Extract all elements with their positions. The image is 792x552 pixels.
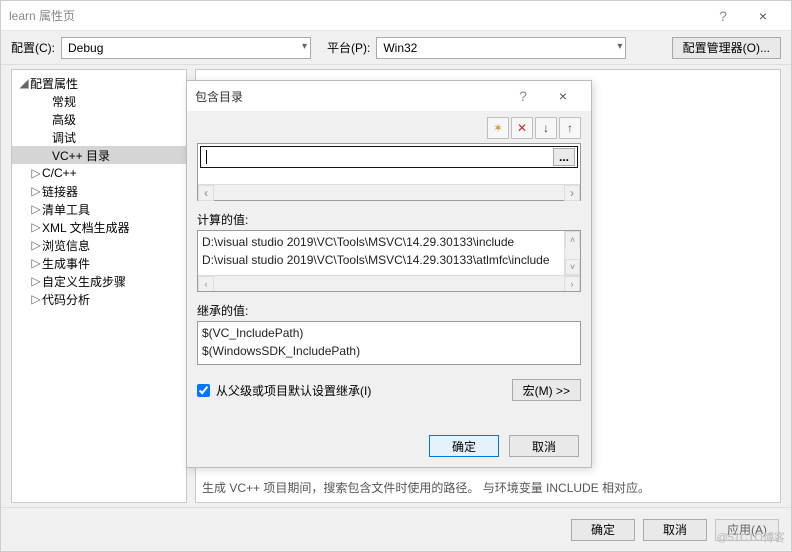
config-value: Debug [68,41,103,55]
apply-button[interactable]: 应用(A) [715,519,779,541]
new-line-icon[interactable]: ✶ [487,117,509,139]
cancel-button[interactable]: 取消 [643,519,707,541]
tree-node[interactable]: 高级 [12,110,186,128]
tree-node-label: VC++ 目录 [52,147,110,164]
scroll-up-icon[interactable]: ˄ [565,231,580,247]
scroll-right-icon[interactable]: › [564,185,580,201]
dialog-ok-button[interactable]: 确定 [429,435,499,457]
hscrollbar[interactable]: ‹› [198,184,580,200]
tree-node-label: C/C++ [42,166,77,180]
inherit-checkbox[interactable] [197,384,210,397]
expander-icon: ▷ [30,274,42,288]
tree-node[interactable]: ◢配置属性 [12,74,186,92]
main-footer: 确定 取消 应用(A) [1,507,791,551]
tree-node[interactable]: ▷浏览信息 [12,236,186,254]
scroll-down-icon[interactable]: ˅ [565,259,580,275]
config-manager-button[interactable]: 配置管理器(O)... [672,37,781,59]
chevron-down-icon: ▾ [302,41,307,52]
scroll-right-icon[interactable]: › [564,276,580,292]
dialog-title: 包含目录 [195,88,503,105]
help-icon[interactable]: ? [703,8,743,24]
tree-node[interactable]: 调试 [12,128,186,146]
tree-node-label: 链接器 [42,183,78,200]
tree-node-label: 清单工具 [42,201,90,218]
computed-label: 计算的值: [197,211,581,228]
expander-icon: ▷ [30,166,42,180]
tree-node-label: 浏览信息 [42,237,90,254]
expander-icon: ▷ [30,238,42,252]
hscrollbar[interactable]: ‹› [198,275,580,291]
category-tree[interactable]: ◢配置属性常规高级调试VC++ 目录▷C/C++▷链接器▷清单工具▷XML 文档… [11,69,187,503]
inherit-checkbox-label[interactable]: 从父级或项目默认设置继承(I) [216,382,371,399]
tree-node-label: 自定义生成步骤 [42,273,126,290]
path-input-line[interactable]: ... [200,146,578,168]
expander-icon: ▷ [30,202,42,216]
tree-node[interactable]: ▷XML 文档生成器 [12,218,186,236]
tree-node[interactable]: ▷C/C++ [12,164,186,182]
dialog-titlebar: 包含目录 ? × [187,81,591,111]
vscrollbar[interactable]: ˄ ˅ [564,231,580,275]
expander-icon: ▷ [30,184,42,198]
browse-button[interactable]: ... [553,148,575,166]
tree-node-label: 高级 [52,111,76,128]
help-icon[interactable]: ? [503,88,543,104]
move-up-icon[interactable]: ↑ [559,117,581,139]
inherited-values-box: $(VC_IncludePath)$(WindowsSDK_IncludePat… [197,321,581,365]
tree-node[interactable]: VC++ 目录 [12,146,186,164]
paths-editbox[interactable]: ... ‹› [197,143,581,201]
tree-node-label: XML 文档生成器 [42,219,130,236]
tree-node[interactable]: 常规 [12,92,186,110]
config-toolbar: 配置(C): Debug ▾ 平台(P): Win32 ▾ 配置管理器(O)..… [1,31,791,65]
include-dirs-dialog: 包含目录 ? × ✶ ✕ ↓ ↑ ... ‹› 计算的值: D:\visual … [186,80,592,468]
main-titlebar: learn 属性页 ? × [1,1,791,31]
tree-node[interactable]: ▷代码分析 [12,290,186,308]
tree-node[interactable]: ▷链接器 [12,182,186,200]
tree-node[interactable]: ▷清单工具 [12,200,186,218]
close-icon[interactable]: × [543,88,583,104]
description-text: 生成 VC++ 项目期间，搜索包含文件时使用的路径。 与环境变量 INCLUDE… [202,479,774,496]
platform-combo[interactable]: Win32 ▾ [376,37,626,59]
tree-node-label: 生成事件 [42,255,90,272]
chevron-down-icon: ▾ [617,41,622,52]
expander-icon: ▷ [30,256,42,270]
move-down-icon[interactable]: ↓ [535,117,557,139]
tree-node[interactable]: ▷自定义生成步骤 [12,272,186,290]
expander-icon: ▷ [30,220,42,234]
inherited-value-line: $(WindowsSDK_IncludePath) [202,342,576,360]
dialog-cancel-button[interactable]: 取消 [509,435,579,457]
ok-button[interactable]: 确定 [571,519,635,541]
tree-node-label: 常规 [52,93,76,110]
scroll-left-icon[interactable]: ‹ [198,185,214,201]
inherited-label: 继承的值: [197,302,581,319]
delete-icon[interactable]: ✕ [511,117,533,139]
macros-button[interactable]: 宏(M) >> [512,379,581,401]
edit-toolbar: ✶ ✕ ↓ ↑ [197,117,581,139]
inherited-value-line: $(VC_IncludePath) [202,324,576,342]
tree-node[interactable]: ▷生成事件 [12,254,186,272]
scroll-left-icon[interactable]: ‹ [198,276,214,292]
config-combo[interactable]: Debug ▾ [61,37,311,59]
tree-node-label: 代码分析 [42,291,90,308]
text-caret [206,150,207,164]
expander-icon: ◢ [18,76,30,90]
platform-label: 平台(P): [327,39,370,56]
tree-node-label: 配置属性 [30,75,78,92]
main-title: learn 属性页 [9,7,703,24]
close-icon[interactable]: × [743,8,783,24]
platform-value: Win32 [383,41,417,55]
config-label: 配置(C): [11,39,55,56]
computed-value-line: D:\visual studio 2019\VC\Tools\MSVC\14.2… [202,251,576,269]
expander-icon: ▷ [30,292,42,306]
computed-value-line: D:\visual studio 2019\VC\Tools\MSVC\14.2… [202,233,576,251]
tree-node-label: 调试 [52,129,76,146]
computed-values-box: D:\visual studio 2019\VC\Tools\MSVC\14.2… [197,230,581,292]
